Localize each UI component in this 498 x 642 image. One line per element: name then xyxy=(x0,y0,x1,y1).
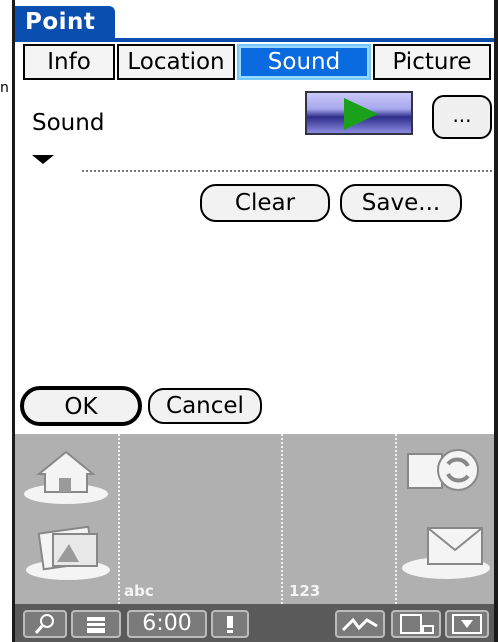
launcher-divider xyxy=(395,434,397,604)
app-title: Point xyxy=(15,6,115,40)
abc-area-label: abc xyxy=(124,582,154,600)
clear-button[interactable]: Clear xyxy=(200,184,330,222)
more-options-button[interactable]: ... xyxy=(432,95,492,139)
clock[interactable]: 6:00 xyxy=(127,610,207,638)
mail-icon[interactable] xyxy=(400,520,492,582)
launcher-divider xyxy=(281,434,283,604)
menu-icon[interactable] xyxy=(71,610,121,638)
sound-name-field[interactable] xyxy=(82,170,492,172)
photo-album-icon[interactable] xyxy=(23,522,113,582)
cancel-button[interactable]: Cancel xyxy=(148,388,262,424)
tab-bar: Info Location Sound Picture xyxy=(15,42,494,84)
graffiti-launcher-area: abc 123 xyxy=(15,434,494,604)
sync-icon[interactable] xyxy=(400,444,490,504)
status-bar: 6:00 xyxy=(15,604,494,642)
find-icon[interactable] xyxy=(23,610,67,638)
ok-button[interactable]: OK xyxy=(20,386,142,426)
launcher-divider xyxy=(118,434,120,604)
dropdown-arrow-icon[interactable] xyxy=(32,155,54,164)
play-icon xyxy=(344,98,378,130)
input-toggle-icon[interactable] xyxy=(391,610,441,638)
numeric-area-label: 123 xyxy=(289,582,321,600)
graffiti-icon[interactable] xyxy=(335,610,385,638)
home-icon[interactable] xyxy=(21,444,111,506)
play-button[interactable] xyxy=(305,91,413,135)
tab-sound[interactable]: Sound xyxy=(237,44,371,80)
hide-icon[interactable] xyxy=(445,610,489,638)
save-button[interactable]: Save... xyxy=(340,184,462,222)
stray-text: n xyxy=(0,80,9,96)
tab-location[interactable]: Location xyxy=(117,44,235,80)
tab-picture[interactable]: Picture xyxy=(373,44,491,80)
window-frame-right xyxy=(494,0,498,642)
alert-icon[interactable] xyxy=(211,610,249,638)
tab-info[interactable]: Info xyxy=(23,44,115,80)
sound-label: Sound xyxy=(32,110,105,136)
